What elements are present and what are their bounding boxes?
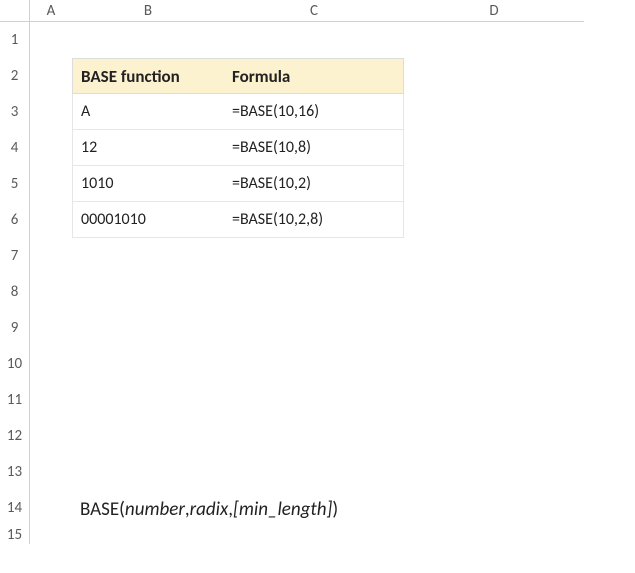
spreadsheet-grid: A B C D 1 2 BASE function Formula 3 A =B… — [0, 0, 584, 544]
cell-B3[interactable]: A — [72, 94, 224, 130]
cell-B11[interactable] — [72, 382, 224, 418]
cell-A9[interactable] — [30, 310, 72, 346]
syntax-arg-minlen: [min_length] — [233, 498, 332, 521]
cell-C5[interactable]: =BASE(10,2) — [224, 166, 404, 202]
cell-D13[interactable] — [404, 454, 584, 490]
cell-C8[interactable] — [224, 274, 404, 310]
syntax-text: BASE( number , radix , [min_length] ) — [80, 498, 338, 521]
cell-C15[interactable] — [224, 526, 404, 544]
cell-D12[interactable] — [404, 418, 584, 454]
cell-B13[interactable] — [72, 454, 224, 490]
cell-C3[interactable]: =BASE(10,16) — [224, 94, 404, 130]
table-header-base[interactable]: BASE function — [72, 58, 224, 94]
cell-C13[interactable] — [224, 454, 404, 490]
col-header-A[interactable]: A — [30, 0, 72, 22]
row-header-11[interactable]: 11 — [0, 382, 30, 418]
syntax-arg-number: number — [125, 498, 185, 521]
row-header-5[interactable]: 5 — [0, 166, 30, 202]
cell-C7[interactable] — [224, 238, 404, 274]
cell-D3[interactable] — [404, 94, 584, 130]
cell-A10[interactable] — [30, 346, 72, 382]
cell-B5[interactable]: 1010 — [72, 166, 224, 202]
cell-A3[interactable] — [30, 94, 72, 130]
cell-A5[interactable] — [30, 166, 72, 202]
cell-D15[interactable] — [404, 526, 584, 544]
cell-B8[interactable] — [72, 274, 224, 310]
row-header-7[interactable]: 7 — [0, 238, 30, 274]
syntax-close: ) — [332, 498, 338, 521]
row-header-13[interactable]: 13 — [0, 454, 30, 490]
cell-A6[interactable] — [30, 202, 72, 238]
cell-A4[interactable] — [30, 130, 72, 166]
row-header-6[interactable]: 6 — [0, 202, 30, 238]
cell-A1[interactable] — [30, 22, 72, 58]
cell-D5[interactable] — [404, 166, 584, 202]
cell-C11[interactable] — [224, 382, 404, 418]
cell-B10[interactable] — [72, 346, 224, 382]
row-header-9[interactable]: 9 — [0, 310, 30, 346]
row-header-3[interactable]: 3 — [0, 94, 30, 130]
cell-B9[interactable] — [72, 310, 224, 346]
cell-C4[interactable]: =BASE(10,8) — [224, 130, 404, 166]
cell-B7[interactable] — [72, 238, 224, 274]
cell-B4[interactable]: 12 — [72, 130, 224, 166]
cell-B15[interactable] — [72, 526, 224, 544]
col-header-C[interactable]: C — [224, 0, 404, 22]
cell-A11[interactable] — [30, 382, 72, 418]
row-header-10[interactable]: 10 — [0, 346, 30, 382]
syntax-arg-radix: radix — [190, 498, 229, 521]
cell-A13[interactable] — [30, 454, 72, 490]
cell-A2[interactable] — [30, 58, 72, 94]
cell-D6[interactable] — [404, 202, 584, 238]
cell-D9[interactable] — [404, 310, 584, 346]
cell-A12[interactable] — [30, 418, 72, 454]
cell-D8[interactable] — [404, 274, 584, 310]
table-header-formula[interactable]: Formula — [224, 58, 404, 94]
row-header-4[interactable]: 4 — [0, 130, 30, 166]
cell-A15[interactable] — [30, 526, 72, 544]
row-header-8[interactable]: 8 — [0, 274, 30, 310]
cell-D14[interactable] — [404, 490, 584, 526]
cell-D7[interactable] — [404, 238, 584, 274]
row-header-14[interactable]: 14 — [0, 490, 30, 526]
cell-B1[interactable] — [72, 22, 224, 58]
cell-C12[interactable] — [224, 418, 404, 454]
cell-D4[interactable] — [404, 130, 584, 166]
syntax-fn: BASE( — [80, 498, 125, 521]
cell-B6[interactable]: 00001010 — [72, 202, 224, 238]
cell-D10[interactable] — [404, 346, 584, 382]
cell-D1[interactable] — [404, 22, 584, 58]
cell-A14[interactable] — [30, 490, 72, 526]
cell-C1[interactable] — [224, 22, 404, 58]
cell-C10[interactable] — [224, 346, 404, 382]
cell-A7[interactable] — [30, 238, 72, 274]
select-all-corner[interactable] — [0, 0, 30, 22]
cell-D2[interactable] — [404, 58, 584, 94]
row-header-15[interactable]: 15 — [0, 526, 30, 544]
cell-D11[interactable] — [404, 382, 584, 418]
row-header-2[interactable]: 2 — [0, 58, 30, 94]
cell-B12[interactable] — [72, 418, 224, 454]
col-header-B[interactable]: B — [72, 0, 224, 22]
cell-C6[interactable]: =BASE(10,2,8) — [224, 202, 404, 238]
cell-C9[interactable] — [224, 310, 404, 346]
col-header-D[interactable]: D — [404, 0, 584, 22]
row-header-12[interactable]: 12 — [0, 418, 30, 454]
cell-A8[interactable] — [30, 274, 72, 310]
row-header-1[interactable]: 1 — [0, 22, 30, 58]
